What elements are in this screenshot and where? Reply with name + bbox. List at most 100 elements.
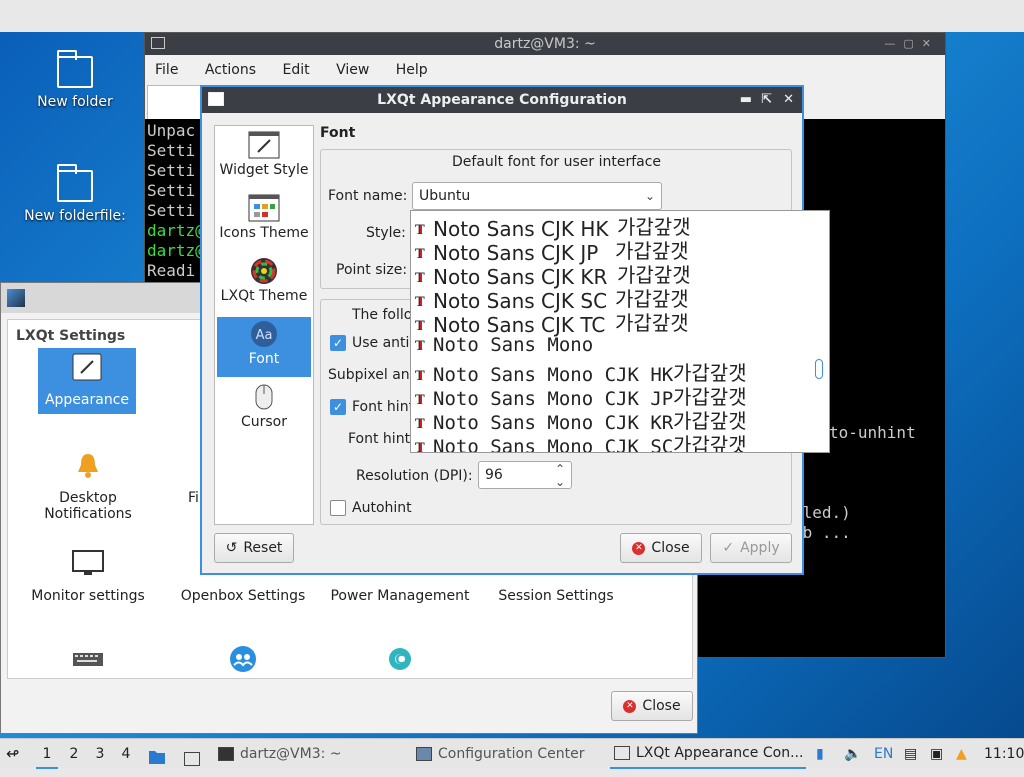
appearance-icon — [614, 746, 630, 760]
category-cursor[interactable]: Cursor — [217, 380, 311, 440]
category-label: Cursor — [240, 414, 288, 430]
task-terminal[interactable]: dartz@VM3: ~ — [214, 739, 404, 769]
close-icon: ✕ — [632, 541, 646, 555]
close-button-label: Close — [642, 698, 681, 714]
usb-icon[interactable]: ▮ — [816, 739, 824, 769]
settings-item-desktop-notifications[interactable]: Desktop Notifications — [18, 448, 158, 522]
clock[interactable]: 11:10 — [984, 739, 1024, 769]
menu-edit[interactable]: Edit — [282, 62, 309, 78]
desktop-icon-label: New folderfile: — [24, 208, 126, 224]
apply-button[interactable]: ✓ Apply — [710, 533, 792, 563]
maximize-icon[interactable]: ⇱ — [761, 87, 772, 113]
svg-text:Aa: Aa — [256, 328, 273, 343]
truetype-icon: T — [415, 267, 425, 291]
menu-actions[interactable]: Actions — [205, 62, 256, 78]
svg-text:C: C — [395, 653, 405, 668]
clipboard-icon[interactable]: ▤ — [904, 739, 917, 769]
truetype-icon: T — [415, 389, 425, 413]
category-icons-theme[interactable]: Icons Theme — [217, 191, 311, 251]
point-size-label: Point size: — [336, 262, 408, 278]
scrollbar-thumb[interactable] — [815, 359, 823, 379]
desktop-switch-4[interactable]: 4 — [116, 739, 136, 769]
settings-item-label: Session Settings — [498, 588, 614, 604]
font-option[interactable]: T Noto Sans CJK SC 가갑갚갯 — [411, 287, 811, 313]
terminal-icon — [218, 747, 234, 761]
task-configuration-center[interactable]: Configuration Center — [412, 739, 602, 769]
desktop-icon-new-folder[interactable]: New folder — [20, 50, 130, 110]
spin-arrows-icon[interactable]: ⌃ ⌄ — [555, 463, 565, 489]
font-option[interactable]: T Noto Sans Mono CJK SC 가갑갚갯 — [411, 433, 811, 452]
desktop-icon-label: New folder — [37, 94, 113, 110]
start-menu-icon[interactable]: ↫ — [6, 739, 19, 769]
font-hinting-checkbox[interactable]: ✓ — [330, 399, 346, 415]
terminal-icon — [151, 37, 165, 49]
group-title: Default font for user interface — [452, 154, 662, 170]
category-label: LXQt Theme — [220, 288, 308, 304]
subpixel-label: Subpixel ant — [328, 367, 416, 383]
settings-item-configure[interactable]: C — [330, 642, 470, 684]
font-name-value: Ubuntu — [419, 188, 471, 204]
terminal-tab[interactable] — [147, 85, 207, 119]
category-font[interactable]: Aa Font — [217, 317, 311, 377]
font-option[interactable]: T Noto Sans Mono CJK KR 가갑갚갯 — [411, 409, 811, 437]
desktop-switch-3[interactable]: 3 — [90, 739, 110, 769]
minimize-icon[interactable]: ▬ — [740, 87, 752, 113]
task-appearance[interactable]: LXQt Appearance Con... — [610, 739, 806, 769]
file-manager-icon[interactable] — [148, 746, 166, 764]
appearance-title: LXQt Appearance Configuration — [377, 92, 627, 108]
font-name-combobox[interactable]: Ubuntu ⌄ — [412, 182, 662, 210]
category-label: Font — [248, 351, 280, 367]
font-option[interactable]: T Noto Sans CJK KR 가갑갚갯 — [411, 263, 811, 291]
font-name-label: Font name: — [328, 188, 408, 204]
gear-icon: C — [330, 642, 470, 676]
network-icon[interactable]: ▣ — [930, 739, 943, 769]
settings-item-label: Openbox Settings — [180, 588, 306, 604]
volume-icon[interactable]: 🔈 — [844, 739, 861, 769]
settings-item-file[interactable]: Fi — [158, 448, 199, 506]
category-widget-style[interactable]: Widget Style — [217, 128, 311, 188]
font-option[interactable]: T Noto Sans Mono CJK JP 가갑갚갯 — [411, 385, 811, 413]
show-desktop-icon[interactable] — [184, 747, 200, 766]
menu-view[interactable]: View — [336, 62, 369, 78]
close-button-label: Close — [651, 540, 690, 556]
reset-button[interactable]: ↺ Reset — [214, 533, 294, 563]
category-lxqt-theme[interactable]: LXQt Theme — [217, 254, 311, 314]
font-option[interactable]: T Noto Sans Mono — [411, 333, 811, 357]
close-icon[interactable]: ✕ — [783, 87, 794, 113]
appearance-close-button[interactable]: ✕ Close — [620, 533, 702, 563]
keyboard-icon — [18, 642, 158, 676]
section-title: Font — [320, 125, 356, 141]
terminal-titlebar[interactable]: dartz@VM3: ~ —▢✕ — [145, 33, 945, 55]
menu-help[interactable]: Help — [396, 62, 428, 78]
configuration-center-close-button[interactable]: ✕ Close — [611, 691, 693, 721]
settings-item-label: Monitor settings — [31, 588, 145, 604]
font-option[interactable]: T Noto Sans CJK HK 가갑갚갯 — [411, 215, 811, 243]
notification-bell-icon[interactable]: ▲ — [956, 739, 967, 769]
resolution-spinbox[interactable]: 96 ⌃ ⌄ — [478, 461, 572, 489]
check-icon: ✓ — [722, 540, 735, 556]
window-controls[interactable]: —▢✕ — [884, 33, 939, 55]
desktop-icon-new-folderfile[interactable]: New folderfile: — [20, 164, 130, 224]
palette-icon — [217, 254, 311, 288]
keyboard-layout[interactable]: EN — [874, 739, 893, 769]
settings-item-monitor-settings[interactable]: Monitor settings — [18, 546, 158, 604]
autohint-checkbox[interactable] — [330, 500, 346, 516]
menu-file[interactable]: File — [155, 62, 178, 78]
reset-button-label: Reset — [243, 540, 283, 556]
appearance-titlebar[interactable]: LXQt Appearance Configuration ▬ ⇱ ✕ — [202, 87, 802, 113]
font-dropdown-list[interactable]: T Noto Sans CJK HK 가갑갚갯 T Noto Sans CJK … — [410, 210, 830, 453]
truetype-icon: T — [415, 219, 425, 243]
font-option[interactable]: T Noto Sans Mono CJK HK 가갑갚갯 — [411, 361, 811, 387]
settings-item-appearance[interactable]: Appearance — [38, 348, 136, 414]
antialias-checkbox[interactable]: ✓ — [330, 335, 346, 351]
settings-item-users[interactable] — [173, 642, 313, 684]
truetype-icon: T — [415, 413, 425, 437]
settings-item-label: Fi — [188, 490, 199, 506]
truetype-icon: T — [415, 243, 425, 267]
desktop-switch-1[interactable]: 1 — [36, 739, 58, 769]
font-option[interactable]: T Noto Sans CJK JP 가갑갚갯 — [411, 239, 811, 267]
desktop-switch-2[interactable]: 2 — [64, 739, 84, 769]
settings-item-keyboard[interactable] — [18, 642, 158, 684]
chevron-down-icon: ⌄ — [644, 189, 655, 203]
configuration-center-icon — [7, 289, 25, 307]
